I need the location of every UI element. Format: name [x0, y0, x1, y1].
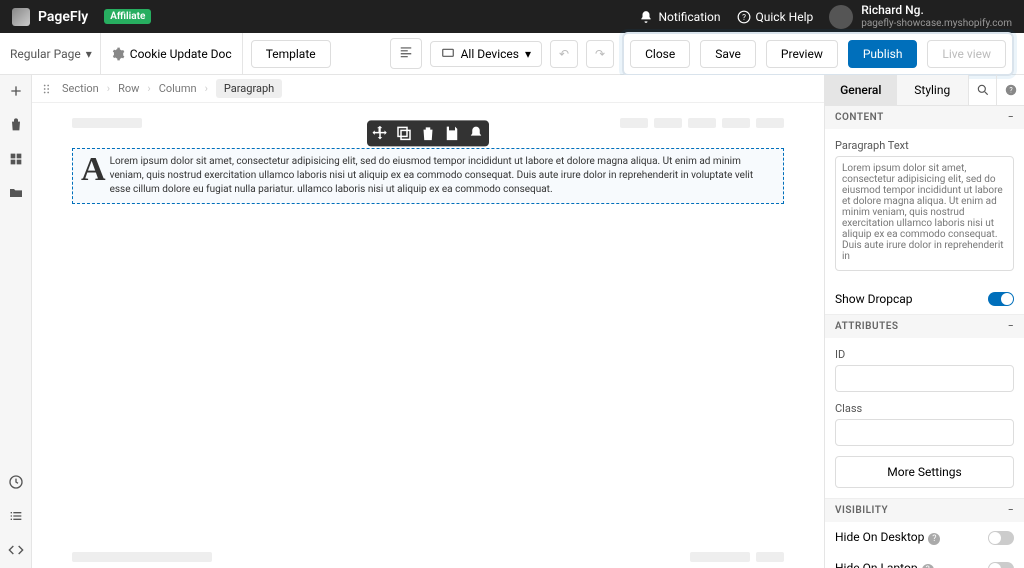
search-panel-icon[interactable] [968, 75, 996, 105]
user-menu[interactable]: Richard Ng. pagefly-showcase.myshopify.c… [829, 4, 1012, 28]
avatar [829, 5, 853, 29]
hide-desktop-label: Hide On Desktop [835, 530, 924, 544]
crumb-section[interactable]: Section [62, 82, 99, 95]
tab-styling[interactable]: Styling [897, 75, 969, 105]
hide-laptop-label: Hide On Laptop [835, 561, 918, 568]
redo-button[interactable]: ↷ [586, 40, 614, 68]
help-icon[interactable]: ? [928, 533, 940, 545]
canvas: Section› Row› Column› Paragraph A [32, 75, 824, 568]
content-section-header[interactable]: CONTENT− [825, 106, 1024, 129]
publish-button[interactable]: Publish [848, 40, 918, 68]
trash-icon[interactable] [419, 124, 437, 142]
align-button[interactable] [390, 38, 422, 69]
help-panel-icon[interactable]: ? [996, 75, 1024, 105]
paragraph-text-label: Paragraph Text [835, 139, 1014, 152]
action-group: Close Save Preview Publish Live view [622, 32, 1014, 76]
breadcrumb: Section› Row› Column› Paragraph [32, 75, 824, 103]
class-input[interactable] [835, 419, 1014, 446]
notification-label: Notification [658, 10, 720, 24]
left-rail [0, 75, 32, 568]
clock-icon[interactable] [8, 474, 24, 490]
help-label: Quick Help [756, 10, 814, 24]
paragraph-text-input[interactable] [835, 156, 1014, 271]
logo-icon [12, 8, 30, 26]
placeholder-bottom [72, 552, 784, 562]
code-icon[interactable] [8, 542, 24, 558]
affiliate-badge: Affiliate [104, 9, 151, 24]
crumb-paragraph[interactable]: Paragraph [216, 79, 282, 98]
brand: PageFly Affiliate [12, 8, 151, 26]
bell-icon [639, 10, 653, 24]
hide-desktop-toggle[interactable] [988, 531, 1014, 545]
user-name: Richard Ng. [861, 4, 1012, 17]
toolbar: Regular Page ▾ Cookie Update Doc Templat… [0, 33, 1024, 75]
help-icon: ? [737, 10, 751, 24]
paragraph-block[interactable]: A Lorem ipsum dolor sit amet, consectetu… [72, 148, 784, 204]
help-link[interactable]: ? Quick Help [737, 10, 814, 24]
align-icon [399, 45, 413, 59]
show-dropcap-toggle[interactable] [988, 292, 1014, 306]
preview-button[interactable]: Preview [766, 40, 838, 68]
more-settings-button[interactable]: More Settings [835, 456, 1014, 488]
show-dropcap-label: Show Dropcap [835, 292, 913, 306]
crumb-row[interactable]: Row [118, 82, 139, 95]
svg-text:?: ? [742, 11, 746, 21]
undo-button[interactable]: ↶ [550, 40, 578, 68]
list-icon[interactable] [8, 508, 24, 524]
dropcap: A [81, 155, 106, 185]
template-button[interactable]: Template [251, 40, 331, 68]
apps-icon[interactable] [8, 151, 24, 167]
user-store: pagefly-showcase.myshopify.com [861, 18, 1012, 29]
folder-icon[interactable] [8, 185, 24, 201]
close-button[interactable]: Close [630, 40, 690, 68]
attributes-section-header[interactable]: ATTRIBUTES− [825, 315, 1024, 338]
gear-icon [111, 47, 125, 61]
visibility-section-header[interactable]: VISIBILITY− [825, 499, 1024, 522]
id-label: ID [835, 348, 1014, 361]
right-panel: General Styling ? CONTENT− Paragraph Tex… [824, 75, 1024, 568]
bell-small-icon[interactable] [467, 124, 485, 142]
help-icon[interactable]: ? [922, 564, 934, 568]
add-icon[interactable] [8, 83, 24, 99]
move-icon[interactable] [371, 124, 389, 142]
chevron-down-icon: ▾ [86, 47, 92, 61]
monitor-icon [441, 47, 455, 61]
save-block-icon[interactable] [443, 124, 461, 142]
brand-name: PageFly [38, 9, 88, 25]
id-input[interactable] [835, 365, 1014, 392]
crumb-column[interactable]: Column [159, 82, 197, 95]
element-toolbar [367, 120, 489, 146]
drag-icon[interactable] [40, 82, 54, 96]
bag-icon[interactable] [8, 117, 24, 133]
panel-tabs: General Styling ? [825, 75, 1024, 106]
copy-icon[interactable] [395, 124, 413, 142]
hide-laptop-toggle[interactable] [988, 562, 1014, 568]
tab-general[interactable]: General [825, 75, 897, 105]
top-bar: PageFly Affiliate Notification ? Quick H… [0, 0, 1024, 33]
live-view-button[interactable]: Live view [927, 40, 1006, 68]
page-type-dropdown[interactable]: Regular Page ▾ [10, 47, 92, 61]
paragraph-content[interactable]: A Lorem ipsum dolor sit amet, consectetu… [81, 155, 775, 197]
chevron-down-icon: ▾ [525, 47, 531, 61]
page-title[interactable]: Cookie Update Doc [100, 33, 243, 74]
devices-dropdown[interactable]: All Devices ▾ [430, 41, 542, 67]
notification-link[interactable]: Notification [639, 10, 720, 24]
class-label: Class [835, 402, 1014, 415]
save-button[interactable]: Save [700, 40, 756, 68]
